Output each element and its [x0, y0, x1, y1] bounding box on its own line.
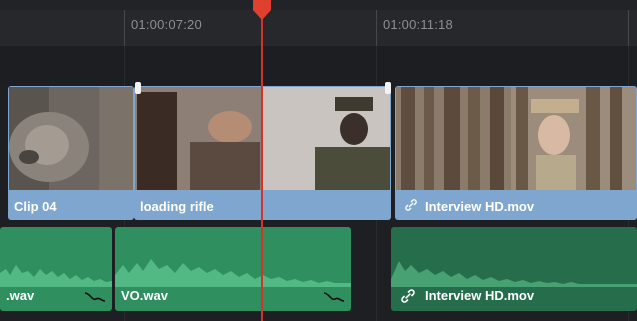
clip-label: Clip 04: [14, 199, 57, 214]
video-clip-interview[interactable]: Interview HD.mov: [395, 86, 637, 220]
interview-thumbnail: [396, 87, 636, 190]
waveform: [0, 265, 112, 287]
link-icon: [401, 289, 415, 303]
fade-icon: [323, 292, 345, 302]
clip-name: Interview HD.mov: [425, 199, 535, 214]
ruler-tick: [124, 10, 125, 46]
playhead-line[interactable]: [261, 12, 263, 321]
clip-label: loading rifle: [140, 199, 214, 214]
clip-thumbnail: [396, 87, 636, 190]
track-header-space: [0, 46, 637, 86]
audio-clip-wav[interactable]: .wav: [0, 227, 112, 311]
trim-handle[interactable]: [385, 82, 391, 94]
playhead-handle[interactable]: [253, 0, 271, 20]
ruler-top-band: [0, 0, 637, 10]
clip-label: Interview HD.mov: [425, 288, 535, 303]
trim-handle[interactable]: [135, 82, 141, 94]
audio-clip-vo[interactable]: VO.wav: [115, 227, 351, 311]
clip-label: .wav: [6, 288, 35, 303]
audio-clip-interview[interactable]: Interview HD.mov: [391, 227, 637, 311]
waveform: [391, 261, 637, 287]
clip-thumbnail: [9, 87, 133, 190]
elephant-thumbnail: [9, 87, 133, 190]
timeline-ruler[interactable]: 01:00:07:20 01:00:11:18: [0, 0, 637, 47]
video-clip-clip04[interactable]: Clip 04: [8, 86, 134, 220]
clip-label: Interview HD.mov: [405, 199, 534, 214]
link-icon: [405, 199, 419, 214]
clip-label: VO.wav: [121, 288, 168, 303]
ruler-tick: [376, 10, 377, 46]
waveform: [115, 259, 351, 287]
fade-icon: [84, 292, 106, 302]
ruler-tick: [628, 10, 629, 46]
timecode-label: 01:00:07:20: [131, 17, 202, 32]
timecode-label: 01:00:11:18: [383, 17, 453, 32]
